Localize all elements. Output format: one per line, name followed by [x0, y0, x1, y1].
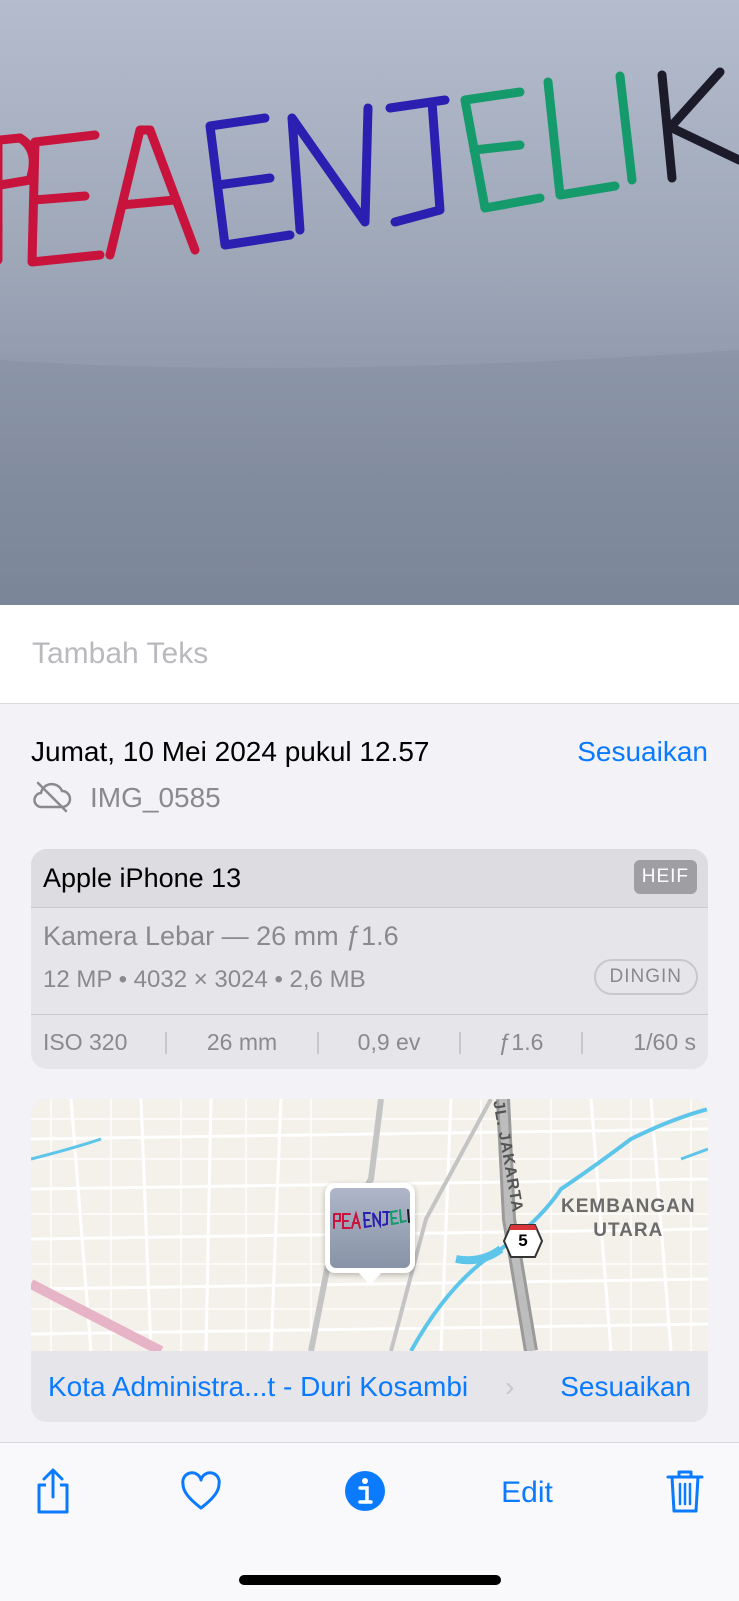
- handwritten-photo: [0, 67, 739, 605]
- location-name-link[interactable]: Kota Administra...t - Duri Kosambi: [48, 1371, 468, 1403]
- add-caption-placeholder[interactable]: Tambah Teks: [32, 637, 208, 671]
- info-icon: [343, 1469, 387, 1518]
- trash-icon: [666, 1468, 704, 1519]
- share-button[interactable]: [32, 1468, 74, 1516]
- iso-value: ISO 320: [43, 1029, 128, 1055]
- exposure-value: 0,9 ev: [357, 1029, 421, 1055]
- route-number: 5: [518, 1231, 528, 1250]
- caption-area[interactable]: Tambah Teks: [0, 605, 739, 704]
- location-map[interactable]: JL. JAKARTA 5 KEMBANGAN UTARA: [31, 1099, 708, 1351]
- device-model: Apple iPhone 13: [43, 863, 242, 893]
- info-button[interactable]: [343, 1470, 387, 1516]
- edit-button[interactable]: Edit: [496, 1470, 558, 1516]
- photo-viewer[interactable]: [0, 0, 739, 605]
- chevron-right-icon: ›: [505, 1371, 515, 1402]
- map-footer[interactable]: Kota Administra...t - Duri Kosambi › Ses…: [31, 1351, 708, 1422]
- area-label: KEMBANGAN UTARA: [561, 1196, 696, 1241]
- pin-pointer: [357, 1271, 383, 1285]
- exif-header: Apple iPhone 13 HEIF: [31, 849, 708, 908]
- exif-card: Apple iPhone 13 HEIF Kamera Lebar — 26 m…: [31, 849, 708, 1069]
- aperture-value: ƒ1.6: [498, 1029, 544, 1055]
- exif-stats: ISO 320 26 mm 0,9 ev ƒ1.6 1/60 s: [31, 1014, 708, 1069]
- focal-length-value: 26 mm: [206, 1029, 278, 1055]
- share-icon: [33, 1467, 73, 1520]
- delete-button[interactable]: [665, 1470, 705, 1516]
- favorite-button[interactable]: [180, 1470, 222, 1516]
- shutter-speed-value: 1/60 s: [633, 1029, 696, 1055]
- file-name: IMG_0585: [90, 782, 221, 813]
- adjust-date-button[interactable]: Sesuaikan: [577, 736, 708, 768]
- image-specs: 12 MP • 4032 × 3024 • 2,6 MB: [43, 966, 366, 993]
- map-card[interactable]: JL. JAKARTA 5 KEMBANGAN UTARA Kota Admin…: [31, 1099, 708, 1422]
- home-indicator[interactable]: [239, 1575, 501, 1585]
- adjust-location-button[interactable]: Sesuaikan: [560, 1371, 691, 1403]
- route-shield: 5: [502, 1223, 544, 1259]
- capture-date: Jumat, 10 Mei 2024 pukul 12.57: [31, 736, 430, 767]
- heart-icon: [180, 1470, 222, 1516]
- photo-style-badge: DINGIN: [593, 959, 698, 995]
- photo-thumbnail: [330, 1188, 410, 1268]
- cloud-off-icon: [32, 779, 72, 818]
- file-row: IMG_0585: [32, 780, 221, 816]
- edit-label: Edit: [501, 1476, 553, 1509]
- photo-location-pin[interactable]: [325, 1183, 415, 1273]
- format-badge: HEIF: [633, 860, 697, 894]
- lens-info: Kamera Lebar — 26 mm ƒ1.6: [43, 921, 399, 951]
